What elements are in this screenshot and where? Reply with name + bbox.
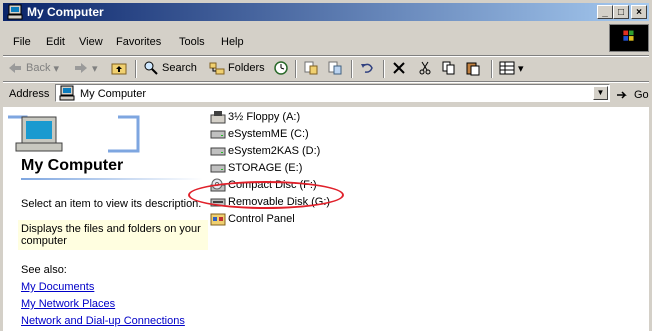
- drive-item-c[interactable]: eSystemME (C:): [210, 126, 309, 142]
- go-arrow-icon: [617, 91, 627, 99]
- up-button[interactable]: [111, 60, 127, 76]
- folder-up-icon: [111, 63, 127, 75]
- drive-item-a[interactable]: 3½ Floppy (A:): [210, 109, 300, 125]
- hard-drive-icon: [210, 130, 226, 139]
- toolbar-separator: [135, 60, 137, 78]
- menu-file[interactable]: File: [13, 36, 31, 48]
- folder-content-pane: My Computer Select an item to view its d…: [3, 107, 649, 331]
- back-label: Back: [26, 62, 51, 74]
- toolbar-separator: [383, 60, 385, 78]
- drive-label: eSystem2KAS (D:): [228, 145, 321, 157]
- my-computer-icon: [59, 85, 75, 101]
- menu-favorites[interactable]: Favorites: [116, 36, 161, 48]
- back-arrow-icon: [9, 63, 21, 73]
- undo-button[interactable]: [359, 60, 375, 76]
- my-computer-graphic: [8, 115, 140, 153]
- views-icon: [499, 61, 515, 75]
- window-title: My Computer: [27, 5, 104, 19]
- link-network-dialup-connections[interactable]: Network and Dial-up Connections: [21, 315, 185, 327]
- windows-logo-icon: [609, 24, 649, 52]
- delete-button[interactable]: [391, 60, 407, 76]
- select-item-prompt: Select an item to view its description.: [21, 198, 202, 210]
- link-my-network-places[interactable]: My Network Places: [21, 298, 115, 310]
- description-box: Displays the files and folders on your c…: [18, 220, 208, 250]
- floppy-icon: [210, 111, 226, 124]
- panel-heading: My Computer: [21, 157, 124, 174]
- paste-button[interactable]: [465, 60, 481, 76]
- close-button[interactable]: ×: [631, 5, 647, 19]
- undo-icon: [361, 63, 373, 73]
- move-to-button[interactable]: [303, 60, 319, 76]
- delete-icon: [393, 62, 405, 74]
- copy-to-icon: [328, 61, 342, 75]
- maximize-button[interactable]: □: [613, 5, 629, 19]
- highlight-circle: [188, 181, 344, 209]
- hard-drive-icon: [210, 164, 226, 173]
- menu-edit[interactable]: Edit: [46, 36, 65, 48]
- drive-item-e[interactable]: STORAGE (E:): [210, 160, 302, 176]
- go-button[interactable]: Go: [615, 87, 649, 103]
- cut-button[interactable]: [417, 60, 433, 76]
- folders-button[interactable]: Folders: [209, 60, 265, 76]
- web-view-panel: My Computer Select an item to view its d…: [3, 107, 208, 331]
- address-value: My Computer: [80, 88, 147, 100]
- hard-drive-icon: [210, 147, 226, 156]
- description-text: Displays the files and folders on your c…: [21, 223, 201, 247]
- drive-item-d[interactable]: eSystem2KAS (D:): [210, 143, 320, 159]
- forward-arrow-icon: [75, 63, 87, 73]
- heading-underline: [21, 178, 203, 180]
- back-dropdown-icon: ▾: [53, 62, 59, 75]
- drive-label: eSystemME (C:): [228, 128, 309, 140]
- minimize-button[interactable]: _: [597, 5, 613, 19]
- folders-icon: [209, 62, 225, 75]
- menu-view[interactable]: View: [79, 36, 103, 48]
- copy-to-button[interactable]: [327, 60, 343, 76]
- address-input[interactable]: My Computer ▼: [55, 84, 610, 102]
- drive-label: Control Panel: [228, 213, 295, 225]
- title-bar[interactable]: My Computer _ □ ×: [3, 3, 649, 21]
- history-button[interactable]: [273, 60, 289, 76]
- control-panel-item[interactable]: Control Panel: [210, 211, 295, 227]
- drive-label: STORAGE (E:): [228, 162, 303, 174]
- menu-bar: File Edit View Favorites Tools Help: [3, 33, 649, 53]
- paste-icon: [466, 62, 480, 76]
- move-to-icon: [304, 61, 318, 75]
- explorer-window: My Computer _ □ × File Edit View Favorit…: [0, 0, 652, 331]
- search-button[interactable]: Search: [143, 60, 197, 76]
- my-computer-icon: [7, 4, 23, 20]
- link-my-documents[interactable]: My Documents: [21, 281, 94, 293]
- back-button[interactable]: Back ▾: [7, 60, 59, 76]
- cut-icon: [419, 61, 431, 75]
- copy-button[interactable]: [441, 60, 457, 76]
- menu-tools[interactable]: Tools: [179, 36, 205, 48]
- address-bar: Address My Computer ▼ Go: [3, 83, 649, 105]
- toolbar-separator: [491, 60, 493, 78]
- copy-icon: [442, 61, 455, 75]
- go-label: Go: [634, 89, 649, 101]
- address-label: Address: [9, 88, 50, 100]
- toolbar: Back ▾ ▾ Search Folders ▾: [3, 57, 649, 81]
- see-also-label: See also:: [21, 264, 67, 276]
- menu-help[interactable]: Help: [221, 36, 244, 48]
- toolbar-separator: [295, 60, 297, 78]
- forward-dropdown-icon: ▾: [92, 62, 98, 75]
- search-icon: [144, 61, 158, 75]
- search-label: Search: [162, 62, 197, 74]
- drive-label: 3½ Floppy (A:): [228, 111, 301, 123]
- folders-label: Folders: [228, 62, 265, 74]
- history-icon: [274, 61, 288, 75]
- views-dropdown-icon: ▾: [518, 62, 524, 75]
- control-panel-icon: [210, 213, 226, 226]
- toolbar-separator: [351, 60, 353, 78]
- views-button[interactable]: ▾: [499, 60, 524, 76]
- address-dropdown-button[interactable]: ▼: [593, 86, 608, 100]
- forward-button[interactable]: ▾: [73, 60, 98, 76]
